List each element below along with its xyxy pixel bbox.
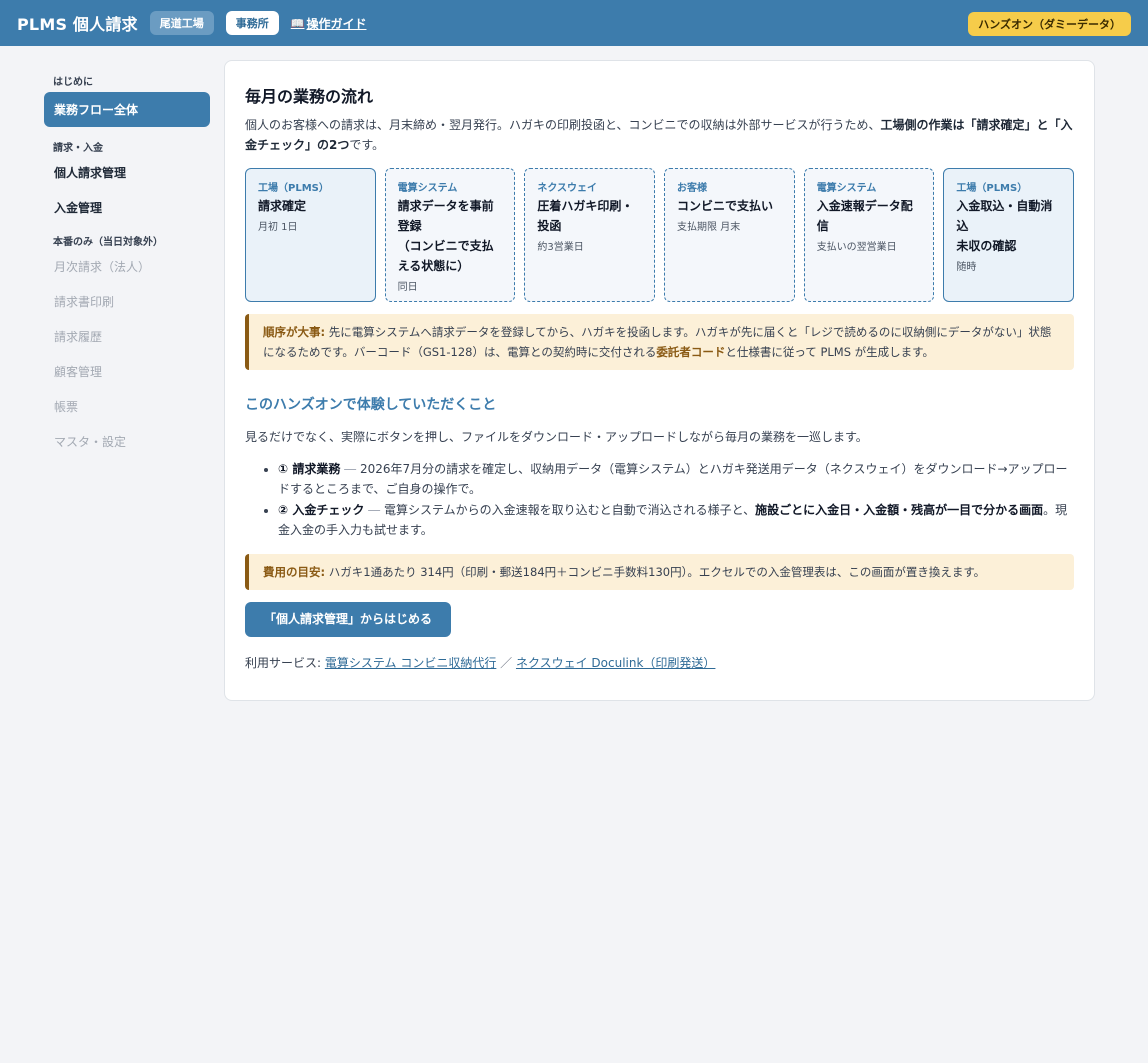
- sidebar-item-reports: 帳票: [54, 400, 79, 414]
- flow-step: お客様 コンビニで支払い 支払期限 月末: [664, 168, 795, 302]
- step-timing: 月初 1日: [258, 222, 298, 233]
- list-item: ② 入金チェック ― 電算システムからの入金速報を取り込むと自動で消込される様子…: [278, 500, 1074, 540]
- step-title: 圧着ハガキ印刷・投函: [537, 199, 634, 233]
- step-timing: 支払期限 月末: [677, 222, 741, 233]
- intro-plain: 個人のお客様への請求は、月末締め・翌月発行。ハガキの印刷投函と、コンビニでの収納…: [245, 118, 881, 132]
- page-title: 毎月の業務の流れ: [245, 87, 374, 106]
- handson-list: ① 請求業務 ― 2026年7月分の請求を確定し、収納用データ（電算システム）と…: [245, 459, 1074, 540]
- order-note: 順序が大事: 先に電算システムへ請求データを登録してから、ハガキを投函します。ハ…: [245, 314, 1074, 370]
- sidebar-section-title: 請求・入金: [53, 143, 103, 154]
- list-item: ① 請求業務 ― 2026年7月分の請求を確定し、収納用データ（電算システム）と…: [278, 459, 1074, 499]
- handson-intro: 見るだけでなく、実際にボタンを押し、ファイルをダウンロード・アップロードしながら…: [245, 430, 868, 444]
- bullet-head: ① 請求業務: [278, 462, 341, 476]
- order-note-text-end: と仕様書に従って PLMS が生成します。: [725, 345, 935, 359]
- step-title: 入金速報データ配信: [816, 199, 913, 233]
- flow-step: 工場（PLMS） 入金取込・自動消込 未収の確認 随時: [943, 168, 1075, 302]
- intro-text: 個人のお客様への請求は、月末締め・翌月発行。ハガキの印刷投函と、コンビニでの収納…: [245, 115, 1074, 155]
- sidebar-item-customers: 顧客管理: [54, 365, 103, 379]
- guide-link-label: 操作ガイド: [306, 16, 367, 31]
- step-title: コンビニで支払い: [677, 199, 774, 213]
- step-title: 請求確定: [258, 199, 307, 213]
- services-line: 利用サービス: 電算システム コンビニ収納代行 ／ ネクスウェイ Doculin…: [245, 654, 1074, 671]
- guide-link[interactable]: 📖 操作ガイド: [291, 15, 367, 32]
- bullet-text: 電算システムからの入金速報を取り込むと自動で消込される様子と、: [383, 503, 756, 517]
- cost-note-text: ハガキ1通あたり 314円（印刷・郵送184円＋コンビニ手数料130円）。エクセ…: [325, 565, 986, 579]
- sidebar-item-personal-billing[interactable]: 個人請求管理: [44, 155, 210, 190]
- step-actor: 工場（PLMS）: [956, 183, 1028, 194]
- step-title: 請求データを事前登録: [397, 199, 494, 233]
- service-link-nexway[interactable]: ネクスウェイ Doculink（印刷発送）: [516, 656, 715, 670]
- app-title: PLMS 個人請求: [17, 15, 138, 34]
- order-note-label: 順序が大事:: [263, 325, 326, 339]
- handson-title: このハンズオンで体験していただくこと: [245, 397, 497, 413]
- bullet-dash: ―: [340, 462, 360, 476]
- workflow-steps: 工場（PLMS） 請求確定 月初 1日 電算システム 請求データを事前登録 （コ…: [245, 168, 1075, 302]
- bullet-dash: ―: [364, 503, 384, 517]
- bullet-bold: 施設ごとに入金日・入金額・残高が一目で分かる画面: [755, 503, 1044, 517]
- step-timing: 随時: [956, 262, 977, 273]
- sidebar-item-monthly-billing: 月次請求（法人）: [54, 260, 151, 274]
- step-actor: 電算システム: [816, 183, 877, 194]
- order-note-highlight: 委託者コード: [656, 345, 726, 359]
- services-label: 利用サービス:: [245, 656, 325, 670]
- services-separator: ／: [496, 656, 516, 670]
- step-title-sub: 未収の確認: [956, 239, 1017, 253]
- step-title: 入金取込・自動消込: [956, 199, 1053, 233]
- step-actor: 工場（PLMS）: [258, 183, 329, 194]
- tab-office[interactable]: 事務所: [225, 11, 279, 35]
- service-link-densan[interactable]: 電算システム コンビニ収納代行: [325, 656, 496, 670]
- tab-factory[interactable]: 尾道工場: [149, 11, 214, 35]
- top-bar: PLMS 個人請求 尾道工場 事務所 📖 操作ガイド ハンズオン（ダミーデータ）: [0, 0, 1148, 46]
- start-button[interactable]: 「個人請求管理」からはじめる: [245, 602, 452, 637]
- step-actor: ネクスウェイ: [537, 183, 598, 194]
- step-actor: 電算システム: [397, 183, 458, 194]
- bullet-head: ② 入金チェック: [278, 503, 365, 517]
- cost-note: 費用の目安: ハガキ1通あたり 314円（印刷・郵送184円＋コンビニ手数料13…: [245, 554, 1074, 590]
- step-timing: 同日: [397, 282, 418, 293]
- flow-step: 電算システム 入金速報データ配信 支払いの翌営業日: [803, 168, 935, 302]
- bullet-text: 2026年7月分の請求を確定し、収納用データ（電算システム）とハガキ発送用データ…: [278, 462, 1068, 496]
- step-actor: お客様: [677, 183, 708, 194]
- book-icon: 📖: [290, 16, 305, 30]
- step-title-sub: （コンビニで支払える状態に）: [397, 239, 494, 273]
- sidebar-item-billing-history: 請求履歴: [54, 330, 103, 344]
- sidebar-section-title: 本番のみ（当日対象外）: [53, 237, 163, 248]
- step-timing: 約3営業日: [537, 242, 584, 253]
- sidebar-section-title: はじめに: [53, 77, 93, 88]
- flow-step: 工場（PLMS） 請求確定 月初 1日: [245, 168, 376, 302]
- intro-tail: です。: [349, 138, 385, 152]
- sidebar-item-invoice-print: 請求書印刷: [54, 295, 115, 309]
- sidebar-item-workflow[interactable]: 業務フロー全体: [44, 92, 210, 127]
- sidebar-item-master-settings: マスタ・設定: [54, 435, 127, 449]
- demo-badge: ハンズオン（ダミーデータ）: [968, 12, 1131, 36]
- flow-step: ネクスウェイ 圧着ハガキ印刷・投函 約3営業日: [524, 168, 656, 302]
- sidebar: はじめに 業務フロー全体 請求・入金 個人請求管理 入金管理 本番のみ（当日対象…: [44, 46, 210, 459]
- cost-note-label: 費用の目安:: [263, 565, 326, 579]
- main-card: 毎月の業務の流れ 個人のお客様への請求は、月末締め・翌月発行。ハガキの印刷投函と…: [224, 60, 1095, 701]
- flow-step: 電算システム 請求データを事前登録 （コンビニで支払える状態に） 同日: [384, 168, 516, 302]
- step-timing: 支払いの翌営業日: [816, 242, 897, 253]
- sidebar-item-payment[interactable]: 入金管理: [44, 190, 210, 225]
